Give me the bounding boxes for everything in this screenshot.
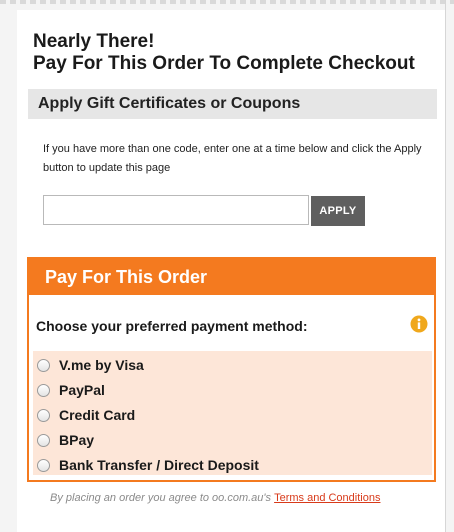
payment-option-vme[interactable]: V.me by Visa bbox=[37, 353, 427, 377]
page-title-line1: Nearly There! bbox=[33, 31, 155, 52]
page-title: Nearly There! Pay For This Order To Comp… bbox=[33, 31, 415, 75]
payment-option-bpay[interactable]: BPay bbox=[37, 428, 427, 452]
terms-notice: By placing an order you agree to oo.com.… bbox=[50, 492, 380, 504]
gift-help-text: If you have more than one code, enter on… bbox=[43, 143, 422, 174]
payment-option-credit-card[interactable]: Credit Card bbox=[37, 403, 427, 427]
payment-option-label: BPay bbox=[59, 432, 95, 448]
page-title-line2: Pay For This Order To Complete Checkout bbox=[33, 53, 415, 74]
radio-button[interactable] bbox=[37, 458, 50, 472]
pay-section-header: Pay For This Order bbox=[29, 259, 434, 295]
info-icon[interactable] bbox=[410, 315, 428, 333]
payment-method-list: V.me by Visa PayPal Credit Card BPay Ban… bbox=[33, 351, 432, 475]
gift-section-title: Apply Gift Certificates or Coupons bbox=[38, 95, 301, 112]
payment-option-label: Bank Transfer / Direct Deposit bbox=[59, 457, 259, 473]
radio-button[interactable] bbox=[37, 408, 50, 422]
pay-section-title: Pay For This Order bbox=[45, 267, 208, 287]
terms-link[interactable]: Terms and Conditions bbox=[274, 492, 380, 504]
payment-option-bank-transfer[interactable]: Bank Transfer / Direct Deposit bbox=[37, 453, 427, 477]
panel-right-border bbox=[445, 0, 446, 532]
radio-button[interactable] bbox=[37, 433, 50, 447]
payment-option-paypal[interactable]: PayPal bbox=[37, 378, 427, 402]
pay-for-order-section: Pay For This Order Choose your preferred… bbox=[27, 257, 436, 482]
top-dashed-border bbox=[0, 0, 454, 4]
apply-button[interactable]: APPLY bbox=[311, 196, 365, 226]
terms-prefix: By placing an order you agree to oo.com.… bbox=[50, 492, 275, 504]
coupon-code-input[interactable] bbox=[43, 195, 309, 225]
radio-button[interactable] bbox=[37, 383, 50, 397]
payment-option-label: PayPal bbox=[59, 382, 105, 398]
payment-method-prompt: Choose your preferred payment method: bbox=[36, 318, 308, 334]
gift-section-header: Apply Gift Certificates or Coupons bbox=[28, 89, 437, 119]
radio-button[interactable] bbox=[37, 358, 50, 372]
payment-option-label: Credit Card bbox=[59, 407, 136, 423]
payment-option-label: V.me by Visa bbox=[59, 357, 144, 373]
